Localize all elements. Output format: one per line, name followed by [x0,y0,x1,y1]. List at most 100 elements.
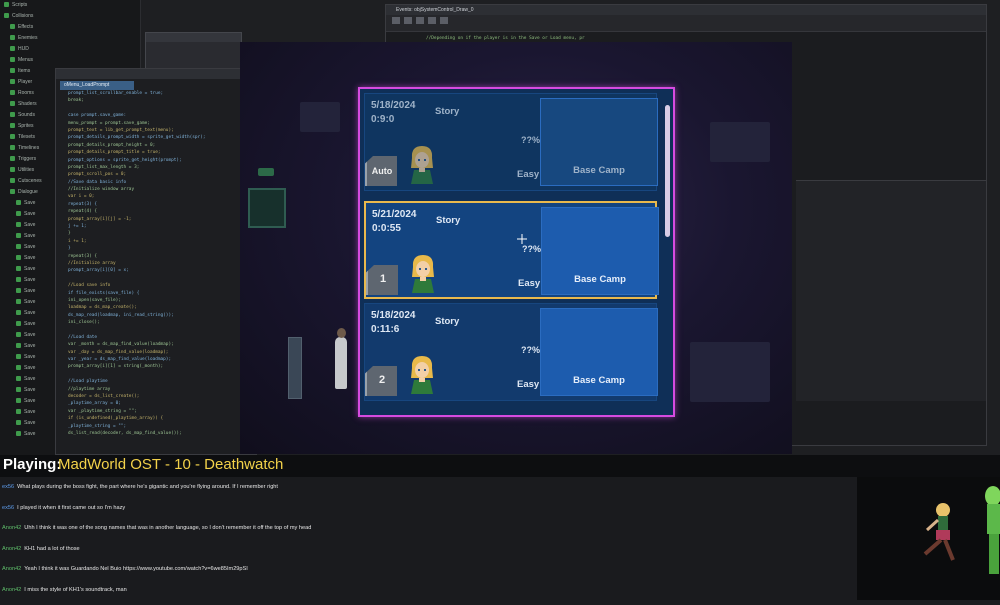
tree-item-label: Items [18,68,31,74]
folder-icon [16,310,21,316]
tree-item-label: Enemies [18,35,38,41]
save-completion: ??% [521,345,540,355]
chat-panel[interactable]: ex56 What plays during the boss fight, th… [0,477,857,600]
chat-message: Anon42 I miss the style of KH1's soundtra… [0,580,857,601]
folder-icon [16,332,21,338]
code-line: j += 1; [68,224,87,230]
save-location-thumbnail: Base Camp [540,308,658,396]
tree-item[interactable]: Menus [0,55,140,66]
code-line: prompt_list_max_length = 3; [68,164,140,170]
code-line: menu_prompt = prompt.save_game; [68,120,150,126]
code-line: //Load save info [68,283,111,289]
code-area[interactable]: prompt_list_scrollbar_enable = true; brea… [56,90,256,437]
code-line: //Save data basic info [68,179,127,185]
object-window-toolbar[interactable] [386,15,986,32]
background-rock [710,122,770,162]
now-playing-bar: Playing: MadWorld OST - 10 - Deathwatch [0,455,1000,477]
tree-item-label: Save [24,387,36,393]
folder-icon [10,112,15,118]
toolbar-button[interactable] [404,17,412,24]
slot-number: Auto [371,166,393,176]
tree-item-label: Player [18,79,33,85]
save-completion: ??% [521,135,540,145]
slot-number-badge: Auto [365,156,397,186]
save-list-scrollbar[interactable] [665,105,670,237]
chat-message: Anon42 Uhh I think it was one of the song… [0,518,857,539]
chat-message: Anon42 Yeah I think it was Guardando Nel … [0,559,857,580]
folder-icon [10,68,15,74]
tree-item-label: Save [24,332,36,338]
tree-item-label: Save [24,266,36,272]
chat-username[interactable]: Anon42 [2,587,21,593]
tree-item[interactable]: HUD [0,44,140,55]
script-editor-window[interactable]: oMenu_LoadPrompt prompt_list_scrollbar_e… [55,68,257,455]
character-portrait-icon [410,253,436,293]
chat-username[interactable]: ex56 [2,505,14,511]
tree-item-label: Save [24,233,36,239]
code-line: break; [68,98,84,104]
folder-icon [16,376,21,382]
chat-username[interactable]: Anon42 [2,525,21,531]
folder-icon [10,145,15,151]
tree-item-label: Timelines [18,145,40,151]
tree-item[interactable]: Collisions [0,11,140,22]
folder-icon [10,134,15,140]
character-portrait-icon [409,354,435,394]
toolbar-button[interactable] [440,17,448,24]
tree-item-label: Save [24,354,36,360]
chat-username[interactable]: Anon42 [2,566,21,572]
chat-message: ex56 What plays during the boss fight, th… [0,477,857,498]
code-line: //Initialize window array [68,187,135,193]
tree-item-label: Save [24,343,36,349]
slot-number-badge: 1 [366,265,398,295]
code-line: if (is_undefined(_playtime_array)) { [68,416,164,422]
toolbar-button[interactable] [428,17,436,24]
save-difficulty: Easy [517,379,540,390]
tree-item-label: Triggers [18,156,37,162]
tree-item[interactable]: Effects [0,22,140,33]
toolbar-button[interactable] [416,17,424,24]
save-completion: ??% [522,244,541,254]
folder-icon [10,101,15,107]
tree-item[interactable]: Scripts [0,0,140,11]
tree-item-label: Dialogue [18,189,38,195]
save-playtime: 0:9:0 [371,114,395,125]
toolbar-button[interactable] [392,17,400,24]
save-mode: Story [435,316,460,327]
save-slot[interactable]: 5/21/2024 0:0:55 Story??% Easy Base Camp 1 [364,201,659,299]
game-window[interactable]: 5/18/2024 0:9:0 Story??% Easy Base Camp Auto 5… [240,42,792,454]
folder-icon [16,299,21,305]
code-line: _playtime_array = 0; [68,401,121,407]
folder-icon [16,343,21,349]
save-slot-panel[interactable]: 5/18/2024 0:9:0 Story??% Easy Base Camp Auto 5… [358,87,675,417]
folder-icon [16,398,21,404]
tree-item-label: Save [24,398,36,404]
script-tab[interactable]: oMenu_LoadPrompt [60,81,134,90]
code-line: } [68,231,71,237]
chat-username[interactable]: ex56 [2,484,14,490]
folder-icon [16,266,21,272]
code-line: ds_list_read(decoder, ds_map_find_value(… [68,430,182,436]
crosshair-cursor-icon [517,231,527,244]
code-line: _playtime_string = ""; [68,423,127,429]
scientist-npc [335,328,347,389]
save-slot[interactable]: 5/18/2024 0:11:6 Story??% Easy Base Camp 2 [364,303,658,401]
tree-item-label: Shaders [18,101,37,107]
folder-icon [16,211,21,217]
code-line: var i = 0; [68,194,95,200]
tree-item-label: Menus [18,57,34,63]
object-window-title: Events: objSystemControl_Draw_0 [386,5,986,15]
save-slot[interactable]: 5/18/2024 0:9:0 Story??% Easy Base Camp Auto [364,93,658,191]
chat-username[interactable]: Anon42 [2,546,21,552]
tree-item[interactable]: Enemies [0,33,140,44]
save-playtime: 0:0:55 [372,223,401,234]
code-line: repeat(4) { [68,209,98,215]
folder-icon [10,79,15,85]
wall-terminal [248,188,286,228]
folder-icon [16,387,21,393]
pillar [288,337,302,399]
character-sprites [923,486,1000,574]
code-line: var _year = ds_map_find_value(loadmap); [68,357,172,363]
object-code-line[interactable]: //Depending on if the player is in the S… [426,35,986,42]
